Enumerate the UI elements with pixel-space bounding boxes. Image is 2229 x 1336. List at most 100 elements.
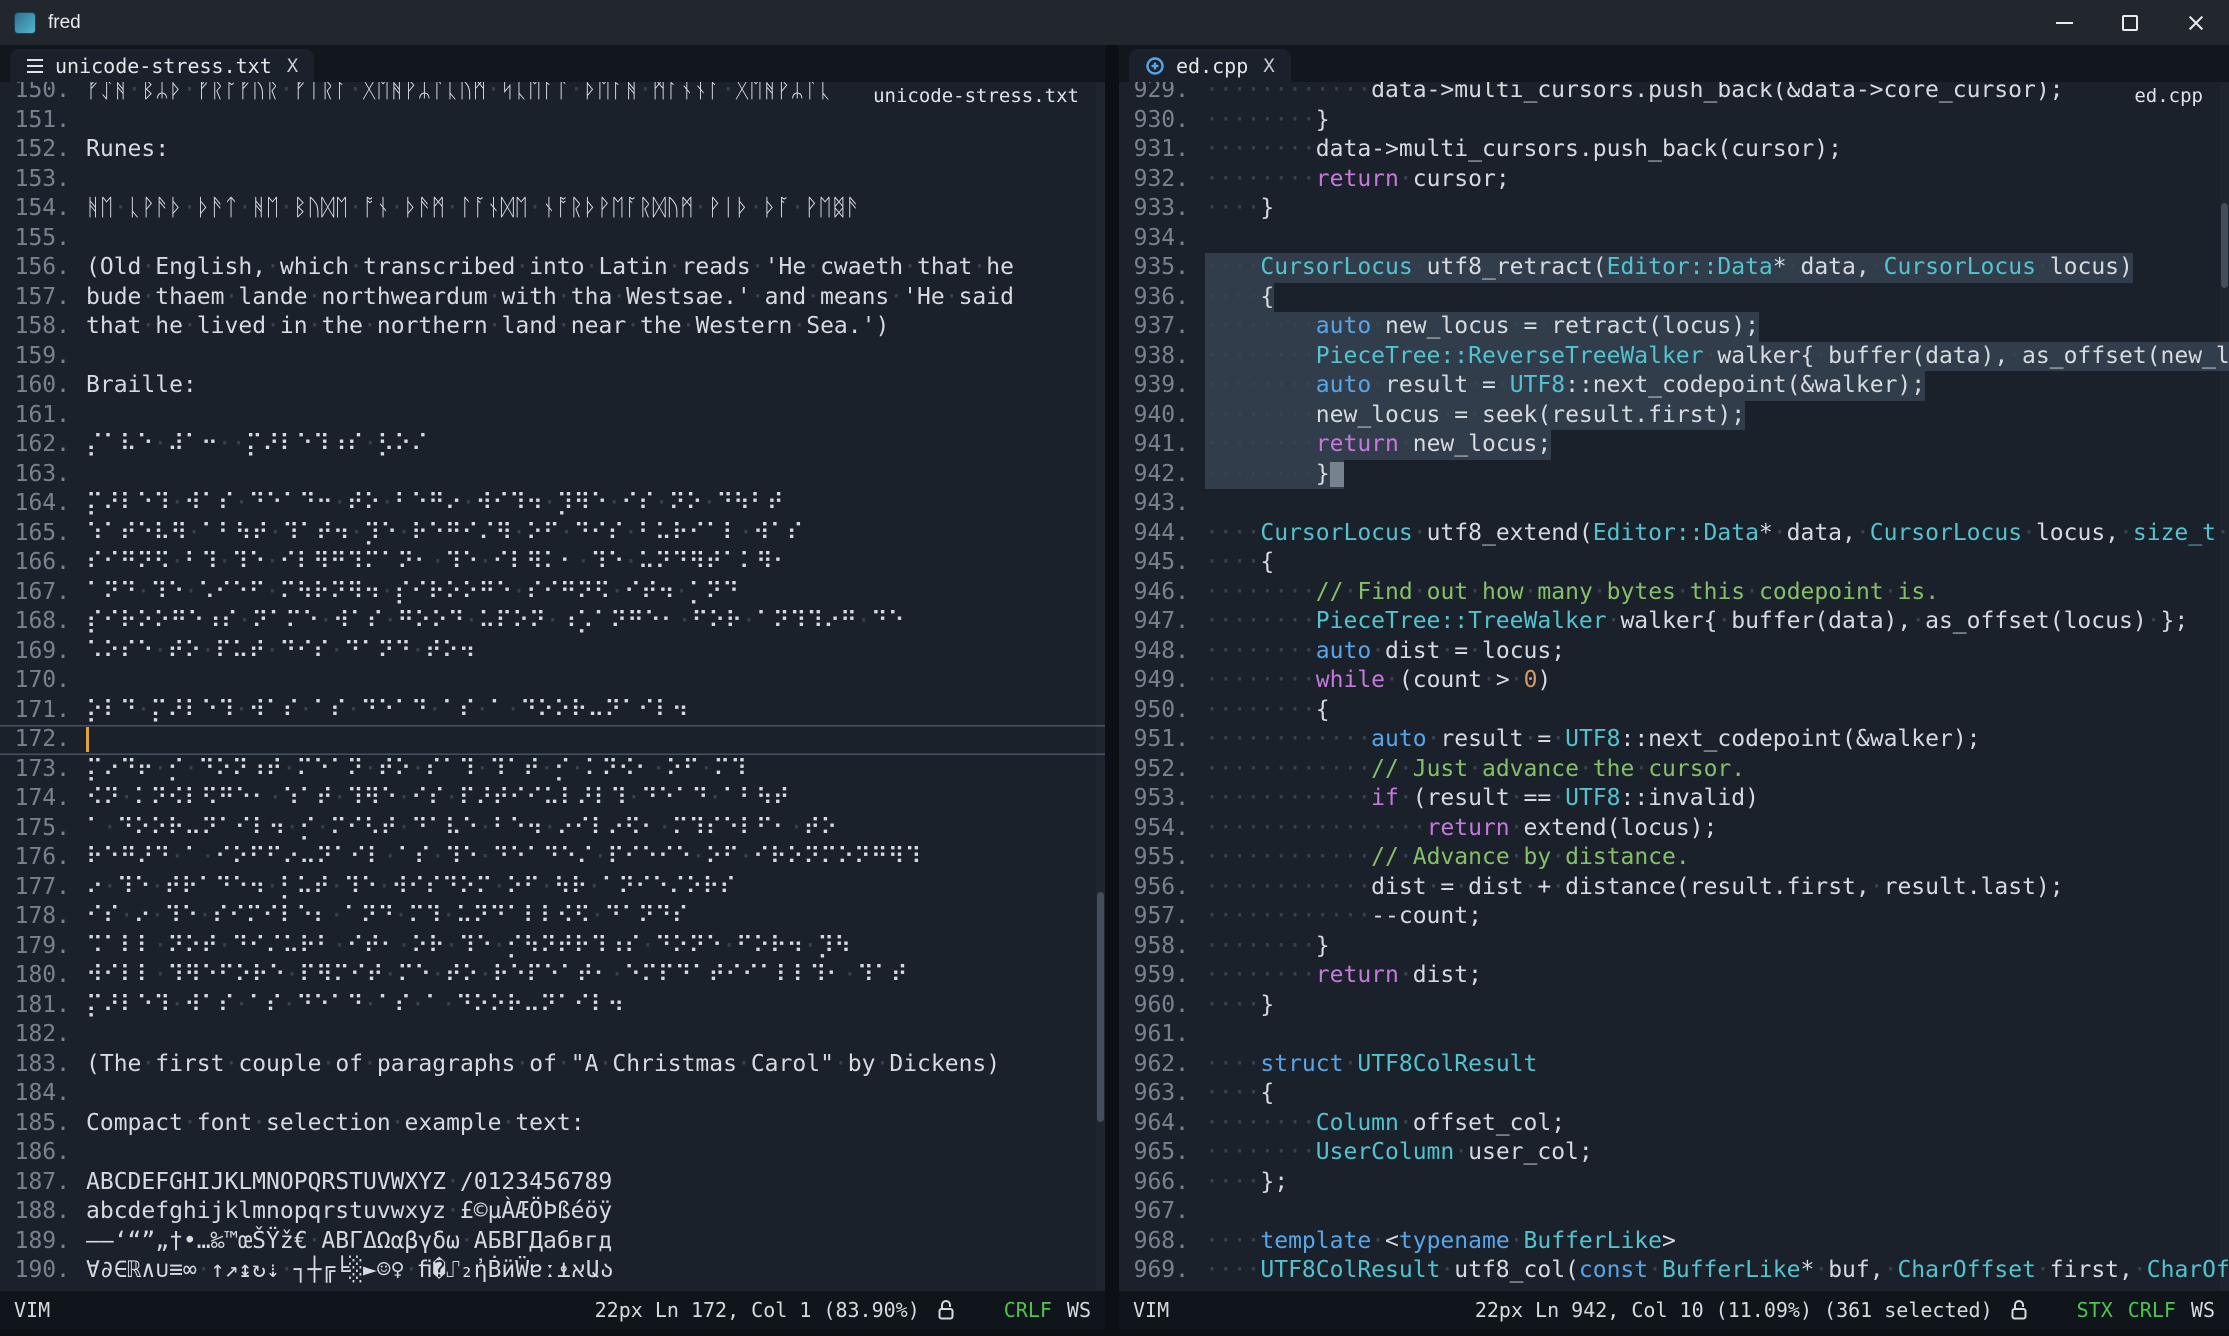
minimize-button[interactable] [2031,0,2097,45]
code-line[interactable]: 182. [0,1020,1105,1050]
code-line[interactable]: 964.········Column·offset_col; [1119,1109,2229,1139]
code-line[interactable]: 168.⡎⠊⠗⠕⠕⠛⠑⠰⠎·⠝⠁⠍⠑·⠺⠁⠎·⠛⠕⠕⠙·⠥⠏⠕⠝·⠰⡡⠁⠝⠛⠑⠂… [0,607,1105,637]
close-button[interactable] [2163,0,2229,45]
code-line[interactable]: 933.····} [1119,194,2229,224]
code-line[interactable]: 951.············auto·result·=·UTF8::next… [1119,725,2229,755]
code-line[interactable]: 963.····{ [1119,1079,2229,1109]
code-line[interactable]: 151. [0,106,1105,136]
code-line[interactable]: 934. [1119,224,2229,254]
code-line[interactable]: 938.········PieceTree::ReverseTreeWalker… [1119,342,2229,372]
code-line[interactable]: 930.········} [1119,106,2229,136]
code-line[interactable]: 159. [0,342,1105,372]
code-line[interactable]: 946.········//·Find·out·how·many·bytes·t… [1119,578,2229,608]
code-line[interactable]: 969.····UTF8ColResult·utf8_col(const·Buf… [1119,1256,2229,1286]
code-line[interactable]: 937.········auto·new_locus·=·retract(loc… [1119,312,2229,342]
code-line[interactable]: 157.bude·thaem·lande·northweardum·with·t… [0,283,1105,313]
code-line[interactable]: 967. [1119,1197,2229,1227]
code-line[interactable]: 942.········} [1119,460,2229,490]
code-line[interactable]: 939.········auto·result·=·UTF8::next_cod… [1119,371,2229,401]
code-line[interactable]: 931.········data->multi_cursors.push_bac… [1119,135,2229,165]
code-line[interactable]: 170. [0,666,1105,696]
code-line[interactable]: 173.⡍⠔⠙⠖·⡊·⠙⠕⠝⠰⠞·⠍⠑⠁⠝·⠞⠕·⠎⠁⠹·⠹⠁⠞·⡊·⠅⠝⠪⠂·… [0,755,1105,785]
pane-divider[interactable] [1105,45,1119,1329]
code-line[interactable]: 953.············if·(result·==·UTF8::inva… [1119,784,2229,814]
code-line[interactable]: 949.········while·(count·>·0) [1119,666,2229,696]
code-line[interactable]: 177.⠔·⠹⠑·⠞⠗⠁⠙⠑⠲·⡃⠥⠞·⠹⠑·⠺⠊⠎⠙⠕⠍·⠕⠋·⠳⠗·⠁⠝⠊⠑… [0,873,1105,903]
code-line[interactable]: 154.ᚻᛖ·ᚳᚹᚫᚦ·ᚦᚫᛏ·ᚻᛖ·ᛒᚢᛞᛖ·ᚩᚾ·ᚦᚫᛗ·ᛚᚪᚾᛞᛖ·ᚾᚩᚱ… [0,194,1105,224]
code-line[interactable]: 174.⠪⠝·⠅⠝⠪⠇⠫⠛⠑⠂·⠱⠁⠞·⠹⠻⠑·⠊⠎·⠏⠜⠞⠊⠊⠥⠇⠜⠇⠹·⠙⠑… [0,784,1105,814]
code-line[interactable]: 957.············--count; [1119,902,2229,932]
tab-close-icon[interactable]: X [1263,55,1274,77]
code-line[interactable]: 169.⠡⠕⠎⠑·⠞⠕·⠏⠥⠞·⠙⠊⠎·⠙⠁⠝⠙·⠞⠕⠲ [0,637,1105,667]
code-line[interactable]: 153. [0,165,1105,195]
code-line[interactable]: 965.········UserColumn·user_col; [1119,1138,2229,1168]
scrollbar[interactable] [2220,82,2229,1291]
code-line[interactable]: 943. [1119,489,2229,519]
code-line[interactable]: 167.⠁⠝⠙·⠹⠑·⠡⠊⠑⠋·⠍⠳⠗⠝⠻⠲·⡎⠊⠗⠕⠕⠛⠑·⠎⠊⠛⠝⠫·⠊⠞⠲… [0,578,1105,608]
code-line[interactable]: 955.············//·Advance·by·distance. [1119,843,2229,873]
code-line[interactable]: 162.⡌⠁⠧⠑·⠼⠁⠒··⡍⠜⠇⠑⠹⠰⠎·⡣⠕⠌ [0,430,1105,460]
code-line[interactable]: 188.abcdefghijklmnopqrstuvwxyz·£©µÀÆÖÞßé… [0,1197,1105,1227]
code-line[interactable]: 952.············//·Just·advance·the·curs… [1119,755,2229,785]
code-line[interactable]: 165.⠱⠁⠞⠑⠧⠻·⠁⠃⠳⠞·⠹⠁⠞⠲·⡹⠑·⠗⠑⠛⠊⠌⠻·⠕⠋·⠙⠊⠎·⠃⠥… [0,519,1105,549]
code-line[interactable]: 932.········return·cursor; [1119,165,2229,195]
code-line[interactable]: 959.········return·dist; [1119,961,2229,991]
code-line[interactable]: 171.⡕⠇⠙·⡍⠜⠇⠑⠹·⠺⠁⠎·⠁⠎·⠙⠑⠁⠙·⠁⠎·⠁·⠙⠕⠕⠗⠤⠝⠁⠊⠇… [0,696,1105,726]
code-line[interactable]: 175.⠁·⠙⠕⠕⠗⠤⠝⠁⠊⠇⠲·⡊·⠍⠊⠣⠞·⠙⠁⠧⠑·⠃⠑⠲·⠔⠊⠇⠔⠫⠂·… [0,814,1105,844]
code-line[interactable]: 941.········return·new_locus; [1119,430,2229,460]
code-line[interactable]: 954.················return·extend(locus)… [1119,814,2229,844]
lock-icon[interactable] [936,1298,956,1322]
status-flag[interactable]: CRLF [2128,1298,2176,1322]
tab-close-icon[interactable]: X [287,55,298,77]
tab-unicode-stress-txt[interactable]: unicode-stress.txt X [10,49,314,82]
code-line[interactable]: 161. [0,401,1105,431]
code-line[interactable]: 945.····{ [1119,548,2229,578]
status-flag[interactable]: CRLF [1004,1298,1052,1322]
code-line[interactable]: 181.⡍⠜⠇⠑⠹·⠺⠁⠎·⠁⠎·⠙⠑⠁⠙·⠁⠎·⠁·⠙⠕⠕⠗⠤⠝⠁⠊⠇⠲ [0,991,1105,1021]
code-line[interactable]: 180.⠺⠊⠇⠇·⠹⠻⠑⠋⠕⠗⠑·⠏⠻⠍⠊⠞·⠍⠑·⠞⠕·⠗⠑⠏⠑⠁⠞⠂·⠑⠍⠏… [0,961,1105,991]
code-line[interactable]: 185.Compact·font·selection·example·text: [0,1109,1105,1139]
code-line[interactable]: 186. [0,1138,1105,1168]
code-line[interactable]: 160.Braille: [0,371,1105,401]
code-line[interactable]: 172. [0,725,1105,755]
code-line[interactable]: 956.············dist·=·dist·+·distance(r… [1119,873,2229,903]
lock-icon[interactable] [2009,1298,2029,1322]
code-line[interactable]: 183.(The·first·couple·of·paragraphs·of·"… [0,1050,1105,1080]
code-line[interactable]: 187.ABCDEFGHIJKLMNOPQRSTUVWXYZ·/01234567… [0,1168,1105,1198]
code-line[interactable]: 189.–—‘“”„†•…‰™œŠŸž€·ΑΒΓΔΩαβγδω·АБВГДабв… [0,1227,1105,1257]
code-line[interactable]: 968.····template·<typename·BufferLike> [1119,1227,2229,1257]
code-line[interactable]: 178.⠊⠎·⠔·⠹⠑·⠎⠊⠍⠊⠇⠑⠆·⠁⠝⠙·⠍⠹·⠥⠝⠙⠁⠇⠇⠪⠫·⠙⠁⠝⠙… [0,902,1105,932]
code-line[interactable]: 179.⠩⠁⠇⠇·⠝⠕⠞·⠙⠊⠌⠥⠗⠃·⠊⠞⠂·⠕⠗·⠹⠑·⡊⠳⠝⠞⠗⠹⠰⠎·⠙… [0,932,1105,962]
scrollbar[interactable] [1096,82,1105,1291]
status-flag[interactable]: WS [2191,1298,2215,1322]
code-line[interactable]: 944.····CursorLocus·utf8_extend(Editor::… [1119,519,2229,549]
code-line[interactable]: 935.····CursorLocus·utf8_retract(Editor:… [1119,253,2229,283]
code-line[interactable]: 176.⠗⠑⠛⠜⠙·⠁·⠊⠕⠋⠋⠔⠤⠝⠁⠊⠇·⠁⠎·⠹⠑·⠙⠑⠁⠙⠑⠌·⠏⠊⠑⠊… [0,843,1105,873]
status-flag[interactable]: WS [1067,1298,1091,1322]
code-line[interactable]: 190.∀∂∈ℝ∧∪≡∞·↑↗↨↻⇣·┐┼╔╘░►☺♀·ﬁ�⑀₂ἠḂӥẄɐː⍎א… [0,1256,1105,1286]
code-line[interactable]: 950.········{ [1119,696,2229,726]
code-line[interactable]: 155. [0,224,1105,254]
tab-ed-cpp[interactable]: ed.cpp X [1129,49,1291,82]
editor-unicode-stress[interactable]: unicode-stress.txt 150.ᚠᛇᚻ·ᛒᛦᚦ·ᚠᚱᚩᚠᚢᚱ·ᚠᛁ… [0,82,1105,1291]
code-line[interactable]: 184. [0,1079,1105,1109]
code-line[interactable]: 929.············data->multi_cursors.push… [1119,82,2229,106]
editor-ed-cpp[interactable]: ed.cpp 929.············data->multi_curso… [1119,82,2229,1291]
scrollbar-thumb[interactable] [2221,203,2228,288]
code-line[interactable]: 158.that·he·lived·in·the·northern·land·n… [0,312,1105,342]
code-line[interactable]: 961. [1119,1020,2229,1050]
code-line[interactable]: 164.⡍⠜⠇⠑⠹·⠺⠁⠎·⠙⠑⠁⠙⠒·⠞⠕·⠃⠑⠛⠔·⠺⠊⠹⠲·⡹⠻⠑·⠊⠎·… [0,489,1105,519]
code-line[interactable]: 960.····} [1119,991,2229,1021]
code-line[interactable]: 948.········auto·dist·=·locus; [1119,637,2229,667]
maximize-button[interactable] [2097,0,2163,45]
code-line[interactable]: 936.····{ [1119,283,2229,313]
code-line[interactable]: 163. [0,460,1105,490]
code-line[interactable]: 156.(Old·English,·which·transcribed·into… [0,253,1105,283]
code-line[interactable]: 962.····struct·UTF8ColResult [1119,1050,2229,1080]
code-line[interactable]: 966.····}; [1119,1168,2229,1198]
code-line[interactable]: 940.········new_locus·=·seek(result.firs… [1119,401,2229,431]
code-line[interactable]: 947.········PieceTree::TreeWalker·walker… [1119,607,2229,637]
scrollbar-thumb[interactable] [1097,892,1104,1122]
code-line[interactable]: 166.⠎⠊⠛⠝⠫·⠃⠹·⠹⠑·⠊⠇⠻⠛⠹⠍⠁⠝⠂·⠹⠑·⠊⠇⠻⠅⠂·⠹⠑·⠥⠝… [0,548,1105,578]
code-line[interactable]: 152.Runes: [0,135,1105,165]
